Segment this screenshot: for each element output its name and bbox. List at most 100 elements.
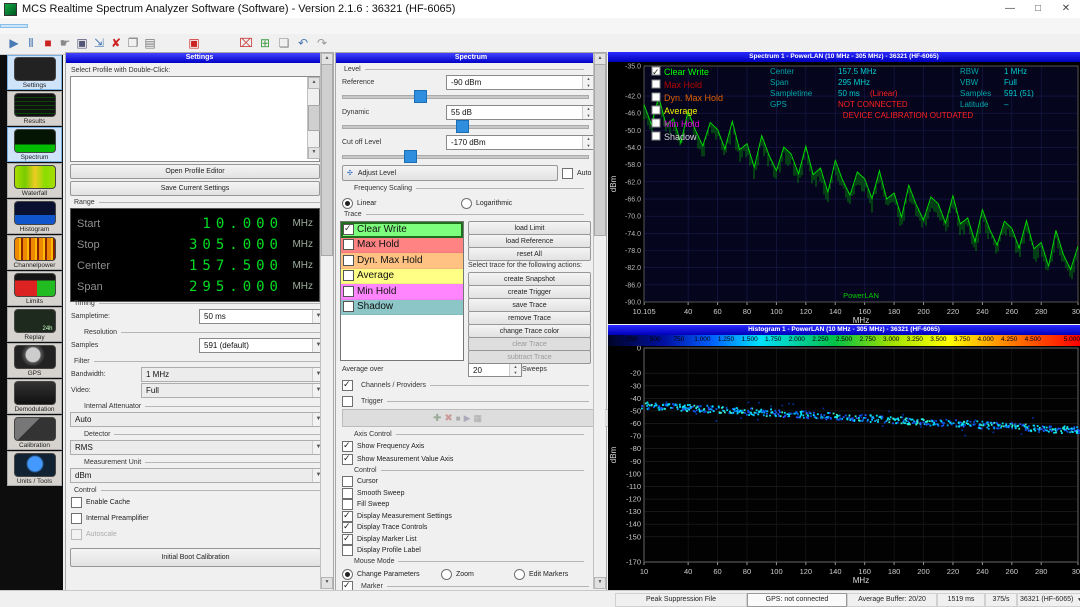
disconnect-device-icon[interactable]: ⌧: [238, 36, 254, 52]
sidebar-item-demodulation[interactable]: Demodulation: [7, 379, 62, 414]
sidebar-item-results[interactable]: Results: [7, 91, 62, 126]
remove-trigger-icon[interactable]: ✖: [444, 413, 452, 424]
samples-combo[interactable]: 591 (default)▼: [199, 338, 325, 353]
profile-list-scrollbar[interactable]: ▲▼: [307, 77, 319, 159]
axis-checkbox-show-measurement-value-axis[interactable]: Show Measurement Value Axis: [342, 454, 453, 465]
reference-spinner[interactable]: -90 dBm▲▼: [446, 75, 595, 90]
settings-scrollbar[interactable]: ▲▼: [320, 53, 332, 589]
play-icon[interactable]: ▶: [6, 36, 22, 52]
spectrum-chart-canvas[interactable]: -35.0-42.0-46.0-50.0-54.0-58.0-62.0-66.0…: [608, 62, 1080, 324]
export-icon[interactable]: ⇲: [91, 36, 107, 52]
unit-combo[interactable]: dBm▼: [70, 468, 325, 483]
trace-row-average[interactable]: Average: [341, 269, 463, 285]
histogram-chart-canvas[interactable]: 0-20-30-40-50-60-70-80-90-100-110-120-13…: [608, 346, 1080, 590]
dynamic-slider[interactable]: [342, 121, 589, 131]
trace-list[interactable]: Clear WriteMax HoldDyn. Max HoldAverageM…: [340, 221, 464, 361]
trace-row-shadow[interactable]: Shadow: [341, 300, 463, 316]
trace-action-button-subtract-trace[interactable]: subtract Trace: [468, 350, 591, 364]
redo-icon[interactable]: ↷: [314, 36, 330, 52]
cutoff-spinner[interactable]: -170 dBm▲▼: [446, 135, 595, 150]
maximize-button[interactable]: □: [1024, 1, 1052, 18]
attenuator-combo[interactable]: Auto▼: [70, 412, 325, 427]
trace-top-button-reset-all[interactable]: reset All: [468, 247, 591, 261]
snapshot-icon[interactable]: ▣: [74, 36, 90, 52]
legend-checkbox-min-hold[interactable]: [652, 119, 660, 127]
detector-combo[interactable]: RMS▼: [70, 440, 325, 455]
save-image-icon[interactable]: ▤: [142, 36, 158, 52]
sidebar-item-spectrum[interactable]: Spectrum: [7, 127, 62, 162]
legend-checkbox-shadow[interactable]: [652, 132, 660, 140]
profile-item-homeplug-av[interactable]: [71, 104, 319, 118]
menu-item-graphics[interactable]: [56, 24, 84, 28]
control-checkbox-cursor[interactable]: Cursor: [342, 476, 378, 487]
bandwidth-combo[interactable]: 1 MHz▼: [141, 367, 325, 382]
trace-action-button-clear-trace[interactable]: clear Trace: [468, 337, 591, 351]
trace-row-min-hold[interactable]: Min Hold: [341, 284, 463, 300]
histogram-chart-title[interactable]: Histogram 1 - PowerLAN (10 MHz - 305 MHz…: [608, 325, 1080, 335]
legend-checkbox-dyn-max-hold[interactable]: [652, 93, 660, 101]
scaling-radio-linear[interactable]: Linear: [342, 198, 376, 209]
profile-item-homeplug[interactable]: [71, 91, 319, 105]
trace-action-button-change-trace-color[interactable]: change Trace color: [468, 324, 591, 338]
menu-item-spectrum[interactable]: [28, 24, 56, 28]
profile-item-homeplug-av-ieee-1901[interactable]: [71, 118, 319, 132]
connect-device-icon[interactable]: ⊞: [257, 36, 273, 52]
settings-checkbox-internal-preamplifier[interactable]: Internal Preamplifier: [71, 513, 149, 524]
control-checkbox-fill-sweep[interactable]: Fill Sweep: [342, 499, 389, 510]
menu-item-6[interactable]: [168, 24, 196, 28]
dynamic-spinner[interactable]: 55 dB▲▼: [446, 105, 595, 120]
profile-item-homeplug-turbo[interactable]: [71, 145, 319, 159]
sidebar-item-settings[interactable]: Settings: [7, 55, 62, 90]
adjust-level-button[interactable]: ✣Adjust Level: [342, 165, 558, 181]
spectrum-panel-header[interactable]: Spectrum: [336, 53, 606, 63]
scaling-radio-logarithmic[interactable]: Logarithmic: [461, 198, 512, 209]
mouse-mode-radio-change-parameters[interactable]: Change Parameters: [342, 569, 420, 580]
channels-checkbox[interactable]: [342, 380, 357, 391]
control-checkbox-display-trace-controls[interactable]: Display Trace Controls: [342, 522, 427, 533]
trace-top-button-load-limit[interactable]: load Limit: [468, 221, 591, 235]
trigger-checkbox[interactable]: [342, 396, 357, 407]
mouse-mode-radio-edit-markers[interactable]: Edit Markers: [514, 569, 568, 580]
trace-action-button-create-snapshot[interactable]: create Snapshot: [468, 272, 591, 286]
sidebar-item-waterfall[interactable]: Waterfall: [7, 163, 62, 198]
trace-checkbox-icon[interactable]: [343, 239, 354, 250]
limit-alarm-icon[interactable]: ▣: [186, 36, 202, 52]
settings-checkbox-autoscale[interactable]: Autoscale: [71, 529, 117, 540]
sidebar-item-gps[interactable]: GPS: [7, 343, 62, 378]
sidebar-item-histogram[interactable]: Histogram: [7, 199, 62, 234]
stop-trigger-icon[interactable]: ■: [456, 414, 461, 423]
control-checkbox-display-profile-label[interactable]: Display Profile Label: [342, 545, 421, 556]
control-checkbox-display-marker-list[interactable]: Display Marker List: [342, 534, 417, 545]
stop-icon[interactable]: ■: [40, 36, 56, 52]
trace-action-button-create-trigger[interactable]: create Trigger: [468, 285, 591, 299]
trace-checkbox-icon[interactable]: [343, 301, 354, 312]
sidebar-item-replay[interactable]: Replay: [7, 307, 62, 342]
close-button[interactable]: ✕: [1052, 1, 1080, 18]
initial-boot-calibration-button[interactable]: Initial Boot Calibration: [70, 548, 321, 567]
trace-row-dyn-max-hold[interactable]: Dyn. Max Hold: [341, 253, 463, 269]
open-profile-editor-button[interactable]: Open Profile Editor: [70, 164, 320, 179]
reference-slider[interactable]: [342, 91, 589, 101]
trace-action-button-save-trace[interactable]: save Trace: [468, 298, 591, 312]
menu-item-session[interactable]: [112, 24, 140, 28]
spectrum-chart-title[interactable]: Spectrum 1 - PowerLAN (10 MHz - 305 MHz)…: [608, 52, 1080, 62]
settings-panel-header[interactable]: Settings: [66, 53, 333, 63]
copy-icon[interactable]: ❐: [125, 36, 141, 52]
minimize-button[interactable]: —: [996, 1, 1024, 18]
legend-checkbox-max-hold[interactable]: [652, 80, 660, 88]
menu-item-edit[interactable]: [84, 24, 112, 28]
trace-top-button-load-reference[interactable]: load Reference: [468, 234, 591, 248]
auto-level-checkbox[interactable]: Auto: [562, 168, 591, 179]
trace-checkbox-icon[interactable]: [343, 255, 354, 266]
trace-checkbox-icon[interactable]: [343, 286, 354, 297]
profile-list[interactable]: [70, 76, 320, 162]
sidebar-item-channelpower[interactable]: Channelpower: [7, 235, 62, 270]
fullscreen-icon[interactable]: ❏: [276, 36, 292, 52]
sidebar-item-units-tools[interactable]: Units / Tools: [7, 451, 62, 486]
trigger-hand-icon[interactable]: ☛: [57, 36, 73, 52]
cutoff-slider[interactable]: [342, 151, 589, 161]
delete-profile-icon[interactable]: ✘: [108, 36, 124, 52]
profile-item-gigabitpowerline[interactable]: [71, 77, 319, 91]
legend-checkbox-average[interactable]: [652, 106, 660, 114]
trace-row-max-hold[interactable]: Max Hold: [341, 238, 463, 254]
